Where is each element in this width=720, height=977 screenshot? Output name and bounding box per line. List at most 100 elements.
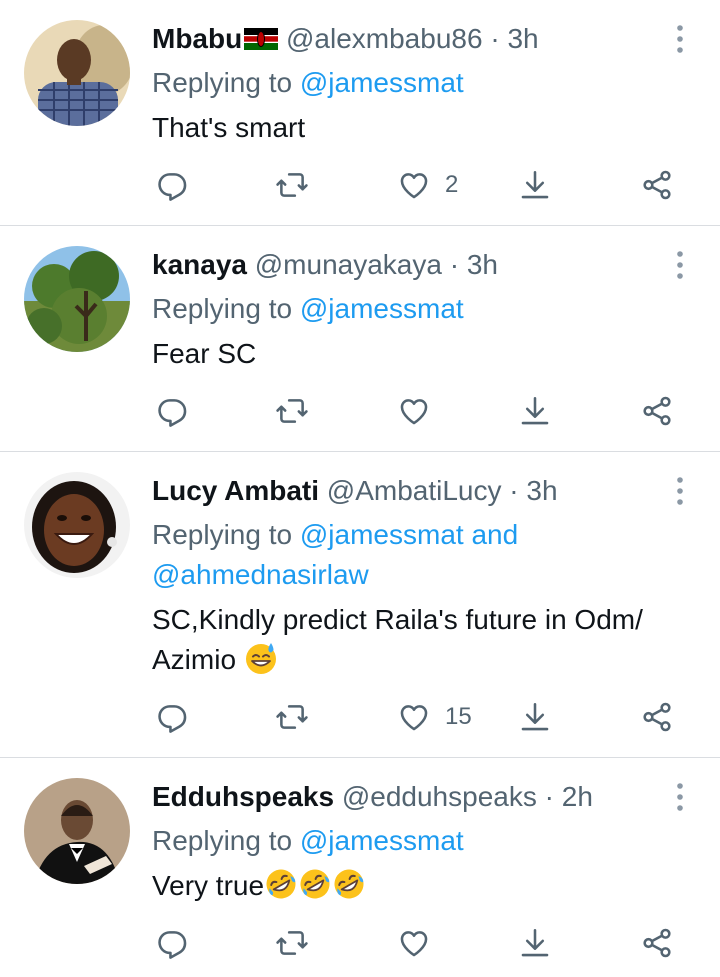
share-icon — [640, 926, 674, 960]
share-button[interactable] — [640, 923, 674, 963]
download-icon — [518, 394, 552, 428]
action-bar: 15 — [152, 697, 692, 737]
retweet-icon — [275, 394, 309, 428]
tweet-text-content: Very true — [152, 870, 265, 901]
kenya-flag-icon — [244, 24, 279, 50]
like-button[interactable]: 15 — [397, 697, 472, 737]
more-vertical-icon[interactable] — [668, 780, 692, 814]
retweet-icon — [275, 168, 309, 202]
tweet-reply[interactable]: Mbabu @alexmbabu86 · 3h Replying to @jam… — [0, 0, 720, 226]
tweet-header: kanaya @munayakaya · 3h — [152, 248, 498, 282]
replying-to: Replying to @jamessmat — [152, 824, 464, 858]
reply-button[interactable] — [156, 697, 204, 737]
like-button[interactable]: 2 — [397, 165, 458, 205]
replying-to: Replying to @jamessmat — [152, 66, 464, 100]
heart-icon — [397, 700, 431, 734]
reply-icon — [156, 700, 190, 734]
share-button[interactable] — [640, 165, 674, 205]
display-name[interactable]: Mbabu — [152, 23, 242, 54]
replying-prefix: Replying to — [152, 67, 293, 98]
replying-prefix: Replying to — [152, 519, 293, 550]
retweet-button[interactable] — [275, 923, 323, 963]
tweet-reply[interactable]: Edduhspeaks @edduhspeaks · 2h Replying t… — [0, 758, 720, 977]
replying-to: Replying to @jamessmat and — [152, 518, 518, 552]
user-handle[interactable]: @AmbatiLucy — [327, 475, 502, 506]
action-bar — [152, 391, 692, 431]
timestamp[interactable]: 3h — [467, 249, 498, 280]
user-handle[interactable]: @alexmbabu86 — [286, 23, 483, 54]
tweet-reply[interactable]: kanaya @munayakaya · 3h Replying to @jam… — [0, 226, 720, 452]
share-button[interactable] — [640, 391, 674, 431]
timestamp[interactable]: 3h — [526, 475, 557, 506]
download-button[interactable] — [518, 923, 552, 963]
download-icon — [518, 926, 552, 960]
more-vertical-icon[interactable] — [668, 248, 692, 282]
separator: · — [490, 23, 500, 54]
tweet-header: Lucy Ambati @AmbatiLucy · 3h — [152, 474, 558, 508]
like-count: 15 — [445, 703, 472, 730]
like-button[interactable] — [397, 391, 445, 431]
more-vertical-icon[interactable] — [668, 474, 692, 508]
separator: · — [449, 249, 460, 280]
download-button[interactable] — [518, 391, 552, 431]
avatar[interactable] — [24, 472, 130, 578]
retweet-button[interactable] — [275, 391, 323, 431]
display-name[interactable]: Lucy Ambati — [152, 475, 319, 506]
tweet-text: SC,Kindly predict Raila's future in Odm/… — [152, 600, 643, 680]
action-bar: 2 — [152, 165, 692, 205]
display-name[interactable]: kanaya — [152, 249, 247, 280]
heart-icon — [397, 394, 431, 428]
tweet-text: Very true — [152, 866, 366, 906]
mention-link[interactable]: @jamessmat — [300, 293, 464, 324]
like-button[interactable] — [397, 923, 445, 963]
mention-link[interactable]: @ahmednasirlaw — [152, 559, 369, 590]
timestamp[interactable]: 2h — [562, 781, 593, 812]
heart-icon — [397, 168, 431, 202]
download-button[interactable] — [518, 697, 552, 737]
reply-button[interactable] — [156, 165, 204, 205]
reply-icon — [156, 394, 190, 428]
tweet-reply[interactable]: Lucy Ambati @AmbatiLucy · 3h Replying to… — [0, 452, 720, 758]
heart-icon — [397, 926, 431, 960]
replying-to: Replying to @jamessmat — [152, 292, 464, 326]
display-name[interactable]: Edduhspeaks — [152, 781, 334, 812]
retweet-button[interactable] — [275, 697, 323, 737]
reply-icon — [156, 168, 190, 202]
share-icon — [640, 394, 674, 428]
avatar[interactable] — [24, 778, 130, 884]
like-count: 2 — [445, 171, 459, 198]
share-icon — [640, 168, 674, 202]
mention-link[interactable]: @jamessmat — [300, 825, 464, 856]
tweet-text: Fear SC — [152, 338, 257, 369]
share-button[interactable] — [640, 697, 674, 737]
tweet-text: That's smart — [152, 112, 306, 143]
tweet-header: Mbabu @alexmbabu86 · 3h — [152, 22, 539, 56]
action-bar — [152, 923, 692, 963]
share-icon — [640, 700, 674, 734]
mention-link[interactable]: @jamessmat and — [300, 519, 518, 550]
timestamp[interactable]: 3h — [507, 23, 538, 54]
download-icon — [518, 168, 552, 202]
user-handle[interactable]: @munayakaya — [255, 249, 442, 280]
rofl-emoji-icon — [264, 867, 298, 901]
user-handle[interactable]: @edduhspeaks — [342, 781, 537, 812]
replying-to-line2: @ahmednasirlaw — [152, 558, 369, 592]
rofl-emoji-icon — [298, 867, 332, 901]
rofl-emoji-icon — [332, 867, 366, 901]
reply-icon — [156, 926, 190, 960]
retweet-button[interactable] — [275, 165, 323, 205]
download-button[interactable] — [518, 165, 552, 205]
retweet-icon — [275, 926, 309, 960]
reply-button[interactable] — [156, 923, 204, 963]
avatar[interactable] — [24, 20, 130, 126]
retweet-icon — [275, 700, 309, 734]
separator: · — [544, 781, 554, 812]
tweet-header: Edduhspeaks @edduhspeaks · 2h — [152, 780, 593, 814]
replying-prefix: Replying to — [152, 293, 293, 324]
replying-prefix: Replying to — [152, 825, 293, 856]
sweat-smile-emoji-icon — [244, 641, 278, 675]
reply-button[interactable] — [156, 391, 204, 431]
avatar[interactable] — [24, 246, 130, 352]
mention-link[interactable]: @jamessmat — [300, 67, 464, 98]
more-vertical-icon[interactable] — [668, 22, 692, 56]
